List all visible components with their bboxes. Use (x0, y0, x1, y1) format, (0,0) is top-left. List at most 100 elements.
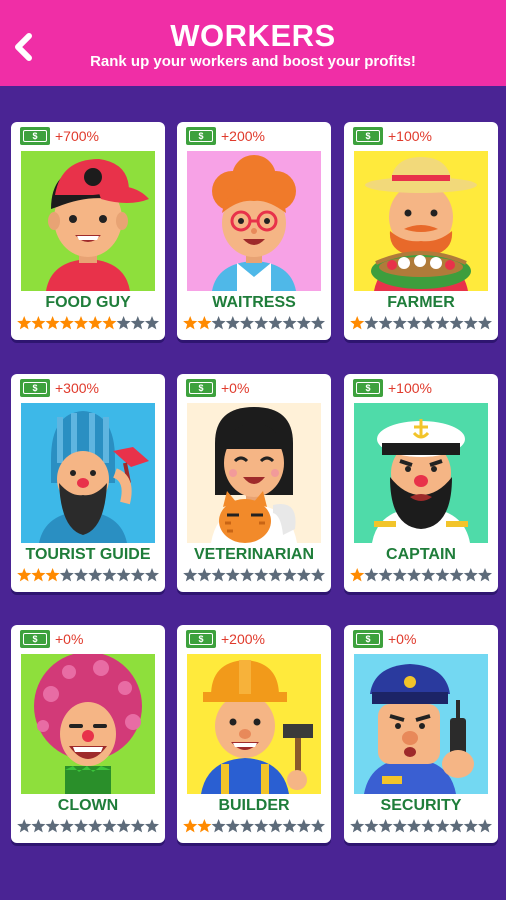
worker-card-clown[interactable]: $ +0% CLOWN (11, 625, 165, 843)
worker-portrait (187, 151, 321, 291)
profit-boost: +0% (388, 631, 417, 647)
worker-card-captain[interactable]: $ +100% CAPTAIN (344, 374, 498, 592)
worker-card-veterinarian[interactable]: $ +0% VETERINARIAN (177, 374, 331, 592)
star-empty-icon (116, 316, 131, 330)
star-empty-icon (435, 316, 450, 330)
worker-card-tourist-guide[interactable]: $ +300% TOURIST GUIDE (11, 374, 165, 592)
worker-portrait (21, 151, 155, 291)
star-empty-icon (477, 316, 492, 330)
worker-card-builder[interactable]: $ +200% BUILDER (177, 625, 331, 843)
star-empty-icon (406, 316, 422, 330)
star-empty-icon (88, 819, 103, 833)
worker-card-food-guy[interactable]: $ +700% FOOD GUY (11, 122, 165, 340)
star-empty-icon (310, 316, 325, 330)
star-filled-icon (183, 316, 198, 330)
worker-name: CAPTAIN (386, 546, 456, 563)
star-rating (183, 567, 325, 583)
star-empty-icon (73, 568, 89, 582)
star-empty-icon (435, 819, 450, 833)
page-subtitle: Rank up your workers and boost your prof… (90, 53, 416, 70)
star-filled-icon (31, 568, 46, 582)
money-icon: $ (186, 379, 216, 397)
star-filled-icon (88, 316, 103, 330)
star-rating (17, 567, 159, 583)
star-empty-icon (463, 819, 478, 833)
worker-name: FARMER (387, 294, 455, 311)
worker-portrait (21, 654, 155, 794)
star-filled-icon (183, 819, 198, 833)
star-empty-icon (102, 819, 117, 833)
star-empty-icon (211, 316, 226, 330)
star-empty-icon (17, 819, 32, 833)
star-empty-icon (449, 819, 464, 833)
star-rating (350, 567, 492, 583)
star-empty-icon (116, 819, 131, 833)
money-icon: $ (353, 127, 383, 145)
money-icon: $ (186, 630, 216, 648)
star-filled-icon (350, 568, 365, 582)
star-empty-icon (310, 819, 325, 833)
star-empty-icon (406, 568, 422, 582)
star-empty-icon (350, 819, 365, 833)
star-empty-icon (449, 568, 464, 582)
star-rating (183, 315, 325, 331)
star-empty-icon (296, 316, 311, 330)
star-rating (183, 818, 325, 834)
star-filled-icon (45, 316, 60, 330)
star-filled-icon (59, 316, 74, 330)
star-empty-icon (225, 316, 240, 330)
worker-name: CLOWN (57, 797, 119, 814)
star-empty-icon (268, 819, 283, 833)
star-empty-icon (364, 568, 379, 582)
star-empty-icon (102, 568, 117, 582)
profit-boost: +700% (55, 128, 99, 144)
star-filled-icon (350, 316, 365, 330)
star-empty-icon (211, 568, 226, 582)
profit-boost: +100% (388, 128, 432, 144)
star-filled-icon (197, 819, 212, 833)
worker-portrait (354, 654, 488, 794)
worker-portrait (354, 151, 488, 291)
star-rating (350, 315, 492, 331)
worker-portrait (187, 403, 321, 543)
profit-boost: +300% (55, 380, 99, 396)
star-empty-icon (435, 568, 450, 582)
star-empty-icon (88, 568, 103, 582)
header-bar: WORKERS Rank up your workers and boost y… (0, 0, 506, 86)
star-empty-icon (239, 316, 255, 330)
star-empty-icon (392, 819, 407, 833)
profit-boost: +0% (221, 380, 250, 396)
worker-card-farmer[interactable]: $ +100% FARMER (344, 122, 498, 340)
page-title: WORKERS (170, 18, 336, 53)
star-empty-icon (268, 568, 283, 582)
profit-boost: +200% (221, 631, 265, 647)
star-empty-icon (254, 316, 269, 330)
star-empty-icon (225, 819, 240, 833)
star-empty-icon (463, 316, 478, 330)
star-empty-icon (392, 316, 407, 330)
worker-card-waitress[interactable]: $ +200% WAITRESS (177, 122, 331, 340)
star-empty-icon (421, 819, 436, 833)
star-empty-icon (59, 819, 74, 833)
star-empty-icon (254, 568, 269, 582)
star-empty-icon (144, 568, 159, 582)
profit-boost: +100% (388, 380, 432, 396)
star-empty-icon (392, 568, 407, 582)
worker-card-security[interactable]: $ +0% SECURITY (344, 625, 498, 843)
star-empty-icon (130, 316, 145, 330)
star-empty-icon (463, 568, 478, 582)
star-empty-icon (378, 819, 393, 833)
star-empty-icon (364, 819, 379, 833)
star-empty-icon (477, 819, 492, 833)
star-empty-icon (225, 568, 240, 582)
star-rating (17, 818, 159, 834)
star-filled-icon (45, 568, 60, 582)
star-empty-icon (296, 819, 311, 833)
money-icon: $ (20, 127, 50, 145)
star-filled-icon (197, 316, 212, 330)
worker-portrait (354, 403, 488, 543)
star-empty-icon (116, 568, 131, 582)
star-rating (350, 818, 492, 834)
money-icon: $ (186, 127, 216, 145)
money-icon: $ (353, 379, 383, 397)
